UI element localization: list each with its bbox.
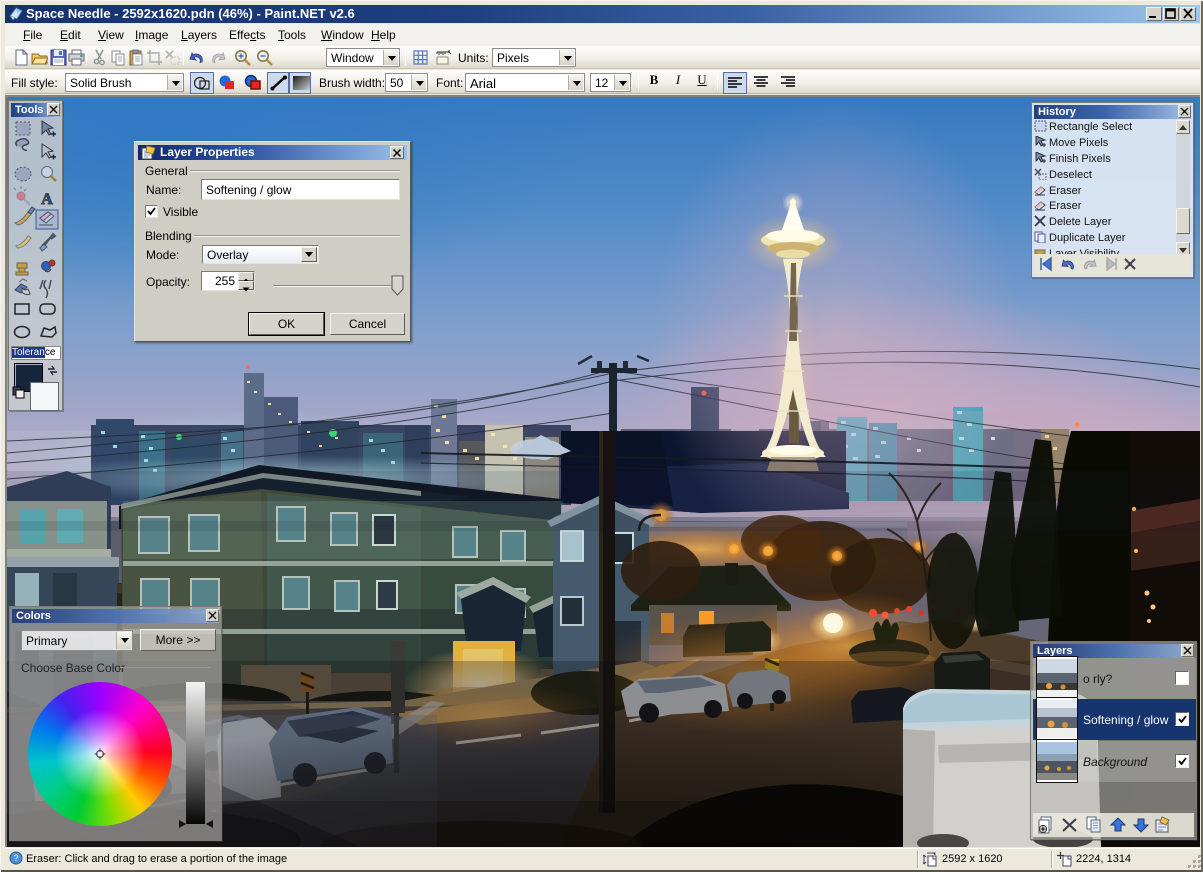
svg-text:?: ?	[13, 853, 18, 863]
svg-text:A: A	[41, 191, 53, 208]
